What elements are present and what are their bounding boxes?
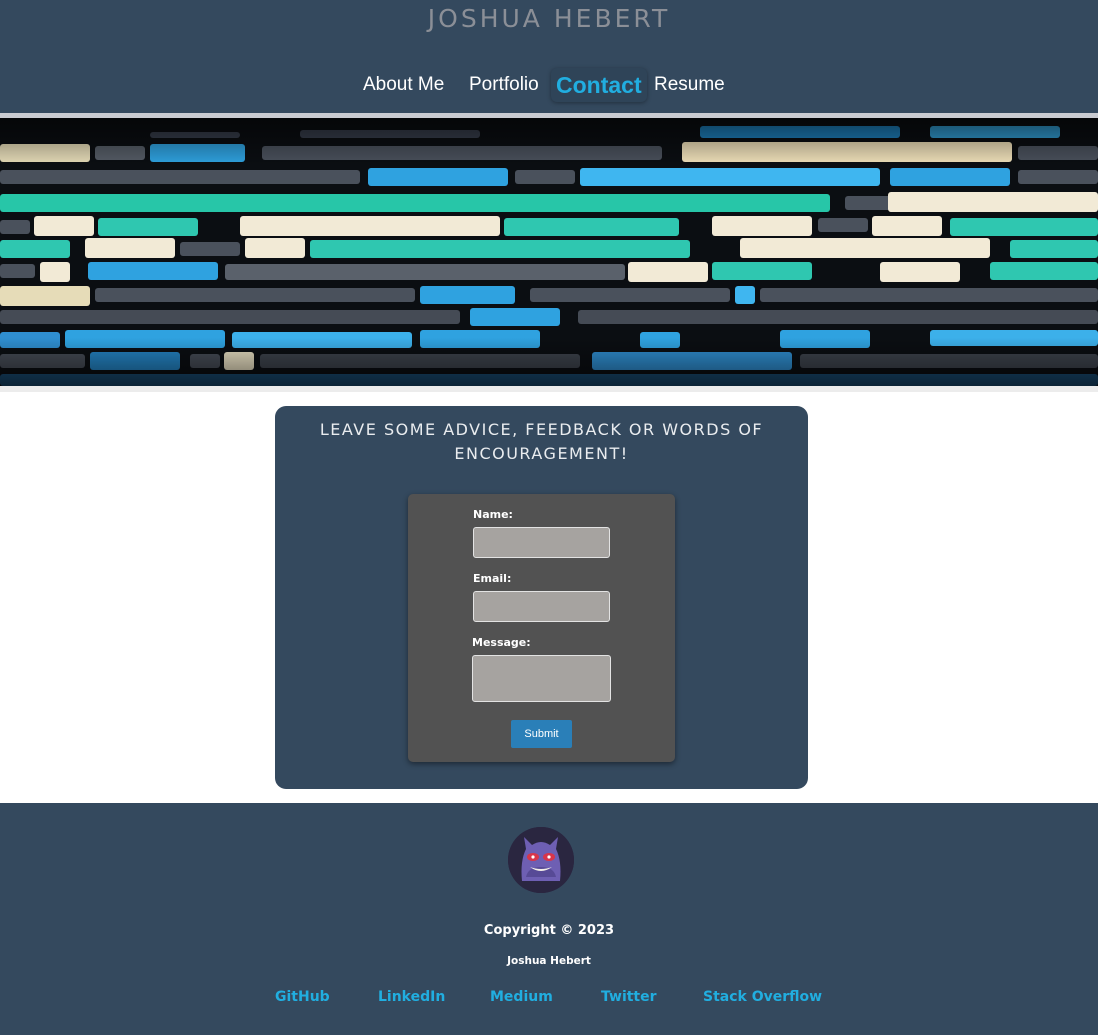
message-label: Message:	[472, 636, 531, 649]
author-name: Joshua Hebert	[507, 955, 591, 967]
name-input[interactable]	[473, 527, 610, 558]
nav-contact[interactable]: Contact	[551, 68, 647, 102]
email-input[interactable]	[473, 591, 610, 622]
nav-about-me[interactable]: About Me	[363, 68, 444, 102]
contact-heading: LEAVE SOME ADVICE, FEEDBACK OR WORDS OF …	[319, 420, 764, 463]
message-textarea[interactable]	[472, 655, 611, 702]
footer-link-twitter[interactable]: Twitter	[601, 989, 657, 1005]
code-banner-graphic	[0, 118, 1098, 386]
footer-link-stack-overflow[interactable]: Stack Overflow	[703, 989, 822, 1005]
site-footer: Copyright © 2023 Joshua Hebert GitHub Li…	[0, 803, 1098, 1035]
submit-button[interactable]: Submit	[511, 720, 572, 748]
gengar-avatar-icon	[508, 827, 574, 893]
contact-card: LEAVE SOME ADVICE, FEEDBACK OR WORDS OF …	[275, 406, 808, 789]
email-label: Email:	[473, 572, 512, 585]
footer-link-linkedin[interactable]: LinkedIn	[378, 989, 445, 1005]
banner-divider	[0, 386, 1098, 392]
nav-resume[interactable]: Resume	[654, 68, 725, 102]
footer-link-medium[interactable]: Medium	[490, 989, 553, 1005]
nav-portfolio[interactable]: Portfolio	[469, 68, 539, 102]
contact-form: Name: Email: Message: Submit	[408, 494, 675, 762]
site-title: JOSHUA HEBERT	[427, 4, 671, 33]
main-nav: About Me Portfolio Contact Resume	[0, 68, 1098, 104]
site-header: JOSHUA HEBERT About Me Portfolio Contact…	[0, 0, 1098, 113]
footer-link-github[interactable]: GitHub	[275, 989, 330, 1005]
code-banner-image	[0, 118, 1098, 386]
name-label: Name:	[473, 508, 513, 521]
copyright-text: Copyright © 2023	[483, 923, 615, 938]
